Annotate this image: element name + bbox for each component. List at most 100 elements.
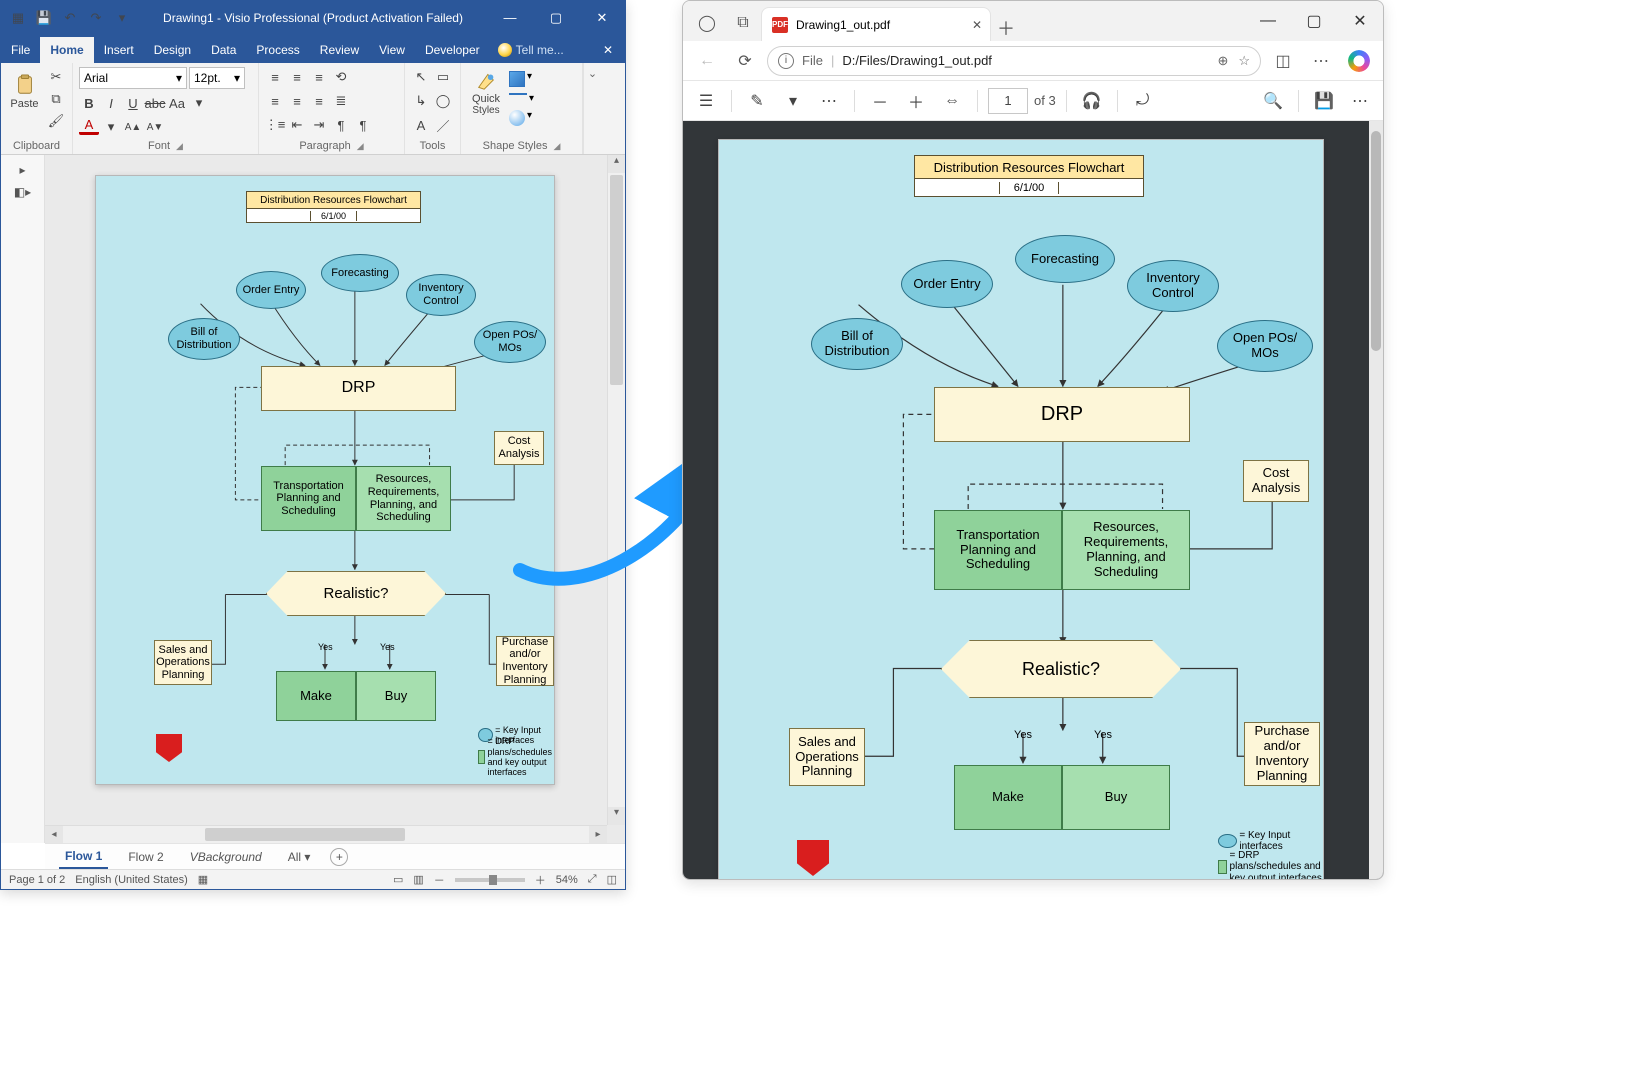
shape-line-button[interactable]: ▾ xyxy=(509,93,534,104)
presentation-mode-icon[interactable]: ▭ xyxy=(393,873,403,886)
status-macro-icon[interactable]: ▦ xyxy=(198,873,208,886)
drawing-canvas[interactable]: Distribution Resources Flowchart 6/1/00 … xyxy=(45,155,625,843)
qat-customize-icon[interactable]: ▾ xyxy=(111,8,133,28)
node-cost[interactable]: Cost Analysis xyxy=(494,431,544,465)
page-number-input[interactable]: 1 xyxy=(988,88,1028,114)
status-language[interactable]: English (United States) xyxy=(75,874,188,886)
toolbar-more-icon[interactable]: ⋯ xyxy=(1345,86,1375,116)
node-sales-ops[interactable]: Sales and Operations Planning xyxy=(154,640,212,685)
site-info-icon[interactable]: i xyxy=(778,53,794,69)
shapestyle-dialog-launcher[interactable]: ◢ xyxy=(553,141,560,152)
node-open-po[interactable]: Open POs/ MOs xyxy=(474,321,546,363)
edge-maximize-button[interactable]: ▢ xyxy=(1291,1,1337,41)
connector-tool-button[interactable]: ↳ xyxy=(411,91,431,111)
zoom-level[interactable]: 54% xyxy=(556,874,578,886)
horizontal-scrollbar[interactable]: ◂▸ xyxy=(45,825,607,843)
align-bottom-button[interactable]: ≡ xyxy=(309,67,329,87)
dec-indent-button[interactable]: ⇤ xyxy=(287,115,307,135)
tab-insert[interactable]: Insert xyxy=(94,37,144,63)
text-tool-button[interactable]: A xyxy=(411,115,431,135)
para-spacing-button[interactable]: ¶ xyxy=(331,115,351,135)
tab-view[interactable]: View xyxy=(369,37,415,63)
shape-effects-button[interactable]: ▾ xyxy=(509,110,534,126)
new-tab-button[interactable]: ＋ xyxy=(991,15,1021,41)
close-button[interactable]: ✕ xyxy=(579,10,625,26)
zoom-slider[interactable] xyxy=(455,878,525,882)
font-name-combo[interactable]: Arial▾ xyxy=(79,67,187,89)
find-icon[interactable]: 🔍 xyxy=(1258,86,1288,116)
tab-home[interactable]: Home xyxy=(40,37,93,63)
font-size-combo[interactable]: 12pt.▾ xyxy=(189,67,245,89)
italic-button[interactable]: I xyxy=(101,93,121,113)
vscroll-thumb[interactable] xyxy=(610,175,623,385)
tab-developer[interactable]: Developer xyxy=(415,37,490,63)
add-page-button[interactable]: + xyxy=(330,848,348,866)
fit-width-icon[interactable]: ⇔ xyxy=(937,86,967,116)
qat-save-icon[interactable]: 💾 xyxy=(33,8,55,28)
node-bod[interactable]: Bill of Distribution xyxy=(168,318,240,360)
page-tab-flow2[interactable]: Flow 2 xyxy=(122,846,169,868)
rtl-button[interactable]: ¶ xyxy=(353,115,373,135)
node-inventory[interactable]: Inventory Control xyxy=(406,274,476,316)
bold-button[interactable]: B xyxy=(79,93,99,113)
tab-review[interactable]: Review xyxy=(310,37,369,63)
align-left-button[interactable]: ≡ xyxy=(265,91,285,111)
shrink-font-button[interactable]: A▼ xyxy=(145,117,165,137)
tab-file[interactable]: File xyxy=(1,37,40,63)
view-normal-icon[interactable]: ▥ xyxy=(413,873,423,886)
page-tab-vbackground[interactable]: VBackground xyxy=(184,846,268,868)
paste-button[interactable]: Paste xyxy=(7,67,42,117)
node-realistic[interactable]: Realistic? xyxy=(266,571,446,616)
vertical-scrollbar[interactable]: ▴▾ xyxy=(607,155,625,825)
font-dialog-launcher[interactable]: ◢ xyxy=(176,141,183,152)
profile-icon[interactable]: ◯ xyxy=(689,5,725,41)
text-highlight-button[interactable]: Aa xyxy=(167,93,187,113)
highlight-icon[interactable]: ✎ xyxy=(742,86,772,116)
zoom-indicator-icon[interactable]: ⊕ xyxy=(1217,53,1228,69)
edge-minimize-button[interactable]: ― xyxy=(1245,1,1291,41)
contents-icon[interactable]: ☰ xyxy=(691,86,721,116)
zoom-out-icon[interactable]: － xyxy=(865,86,895,116)
page-tab-flow1[interactable]: Flow 1 xyxy=(59,845,108,869)
expand-shapes-icon[interactable]: ▸ xyxy=(19,163,25,177)
page-tab-all[interactable]: All ▾ xyxy=(282,846,317,868)
zoom-in-button[interactable]: ＋ xyxy=(535,872,546,888)
align-middle-button[interactable]: ≡ xyxy=(287,67,307,87)
node-forecasting[interactable]: Forecasting xyxy=(321,254,399,292)
ribbon-close-icon[interactable]: ✕ xyxy=(591,37,625,63)
para-dialog-launcher[interactable]: ◢ xyxy=(357,141,364,152)
shape-fill-button[interactable]: ▾ xyxy=(509,71,534,87)
pdf-scroll-thumb[interactable] xyxy=(1371,131,1381,351)
ribbon-collapse-button[interactable]: ⌄ xyxy=(583,63,601,154)
address-bar[interactable]: i File | D:/Files/Drawing1_out.pdf ⊕ ☆ xyxy=(767,46,1261,76)
align-right-button[interactable]: ≡ xyxy=(309,91,329,111)
tab-close-icon[interactable]: ✕ xyxy=(972,18,982,32)
tell-me[interactable]: Tell me... xyxy=(490,37,572,63)
pdf-viewport[interactable]: Distribution Resources Flowchart 6/1/00 … xyxy=(683,121,1383,879)
font-case-button[interactable]: ▾ xyxy=(189,93,209,113)
zoom-in-icon[interactable]: ＋ xyxy=(901,86,931,116)
node-purchase[interactable]: Purchase and/or Inventory Planning xyxy=(496,636,554,686)
node-order-entry[interactable]: Order Entry xyxy=(236,271,306,309)
browser-tab[interactable]: PDF Drawing1_out.pdf ✕ xyxy=(761,7,991,41)
node-make[interactable]: Make xyxy=(276,671,356,721)
cut-icon[interactable]: ✂ xyxy=(46,67,66,87)
node-buy[interactable]: Buy xyxy=(356,671,436,721)
underline-button[interactable]: U xyxy=(123,93,143,113)
copy-icon[interactable]: ⧉ xyxy=(46,89,66,109)
node-resources[interactable]: Resources, Requirements, Planning, and S… xyxy=(356,466,451,531)
settings-more-icon[interactable]: ⋯ xyxy=(1305,45,1337,77)
node-drp[interactable]: DRP xyxy=(261,366,456,411)
grow-font-button[interactable]: A▲ xyxy=(123,117,143,137)
justify-button[interactable]: ≣ xyxy=(331,91,351,111)
tab-actions-icon[interactable]: ⧉ xyxy=(725,5,761,41)
edge-close-button[interactable]: ✕ xyxy=(1337,1,1383,41)
inc-indent-button[interactable]: ⇥ xyxy=(309,115,329,135)
font-color-button[interactable]: A xyxy=(79,117,99,135)
rect-tool-button[interactable]: ▭ xyxy=(433,67,453,87)
split-screen-icon[interactable]: ◫ xyxy=(1267,45,1299,77)
pointer-tool-button[interactable]: ↖ xyxy=(411,67,431,87)
orientation-button[interactable]: ⟲ xyxy=(331,67,351,87)
copilot-icon[interactable] xyxy=(1343,45,1375,77)
align-center-button[interactable]: ≡ xyxy=(287,91,307,111)
